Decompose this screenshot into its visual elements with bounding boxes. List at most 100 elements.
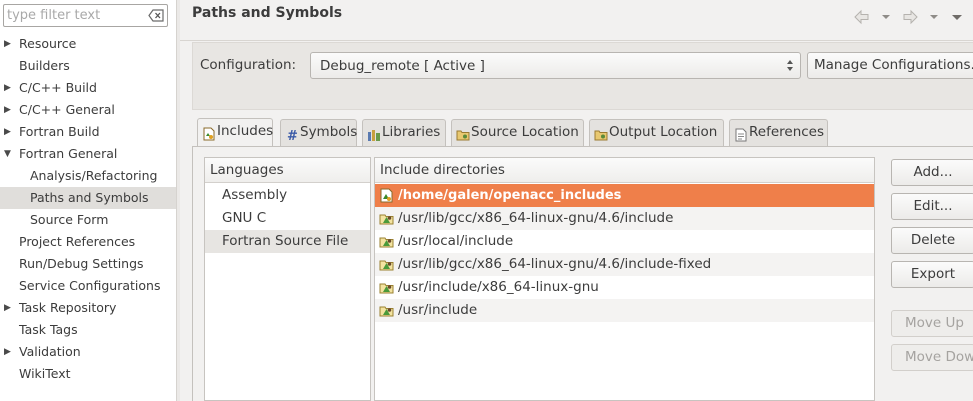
preferences-tree-panel: ▶ Resource Builders ▶ C/C++ Build ▶ C/C++ Gene…	[0, 0, 176, 401]
languages-header[interactable]: Languages	[205, 158, 370, 183]
tree-item-label: Task Tags	[19, 322, 78, 337]
language-item-assembly[interactable]: Assembly	[205, 184, 370, 207]
includes-icon	[202, 125, 216, 141]
collapsed-arrow-icon[interactable]: ▶	[4, 341, 13, 363]
tree-item-source-form[interactable]: Source Form	[0, 209, 176, 231]
tree-item-label: Validation	[19, 344, 81, 359]
include-directories-header[interactable]: Include directories	[375, 158, 874, 183]
tree-item-paths-and-symbols[interactable]: Paths and Symbols	[0, 187, 176, 209]
clear-filter-icon[interactable]	[148, 8, 164, 23]
configuration-label: Configuration:	[200, 57, 297, 73]
include-directory-row[interactable]: /usr/include	[375, 299, 874, 322]
include-directory-row[interactable]: /home/galen/openacc_includes	[375, 184, 874, 207]
back-arrow-icon[interactable]	[853, 8, 871, 26]
include-directory-row[interactable]: /usr/lib/gcc/x86_64-linux-gnu/4.6/includ…	[375, 253, 874, 276]
tree-item-service-configurations[interactable]: Service Configurations	[0, 275, 176, 297]
include-folder-icon	[379, 234, 394, 249]
include-directory-path: /usr/include	[398, 302, 478, 318]
properties-page: Paths and Symbols Configuration: Debug_r…	[180, 0, 973, 401]
tree-item-task-tags[interactable]: Task Tags	[0, 319, 176, 341]
collapsed-arrow-icon[interactable]: ▶	[4, 99, 13, 121]
move-up-button[interactable]: Move Up	[891, 310, 973, 337]
collapsed-arrow-icon[interactable]: ▶	[4, 77, 13, 99]
forward-arrow-icon[interactable]	[901, 8, 919, 26]
folder-icon	[594, 126, 608, 141]
tab-label: Source Location	[471, 124, 579, 140]
preferences-tree: ▶ Resource Builders ▶ C/C++ Build ▶ C/C++ Gene…	[0, 33, 176, 385]
include-directory-path: /usr/local/include	[398, 233, 514, 249]
tree-item-label: Fortran General	[19, 146, 118, 161]
expanded-arrow-icon[interactable]: ▼	[4, 143, 13, 165]
tab-label: Symbols	[300, 124, 358, 140]
tree-item-fortran-build[interactable]: ▶ Fortran Build	[0, 121, 176, 143]
tab-references[interactable]: References	[729, 119, 828, 146]
tree-item-c-c-build[interactable]: ▶ C/C++ Build	[0, 77, 176, 99]
tree-item-wikitext[interactable]: WikiText	[0, 363, 176, 385]
tree-item-label: Paths and Symbols	[30, 190, 149, 205]
include-folder-icon	[379, 303, 394, 318]
language-item-gnu-c[interactable]: GNU C	[205, 207, 370, 230]
page-title: Paths and Symbols	[192, 5, 343, 21]
tree-item-label: Fortran Build	[19, 124, 100, 139]
tree-item-label: Service Configurations	[19, 278, 161, 293]
view-menu-icon[interactable]	[951, 8, 963, 26]
tree-item-fortran-general[interactable]: ▼ Fortran General	[0, 143, 176, 165]
collapsed-arrow-icon[interactable]: ▶	[4, 121, 13, 143]
tab-source-location[interactable]: Source Location	[451, 119, 584, 146]
filter-input[interactable]	[7, 7, 143, 24]
edit-button[interactable]: Edit...	[891, 193, 973, 220]
tree-item-label: Project References	[19, 234, 136, 249]
tree-item-run-debug-settings[interactable]: Run/Debug Settings	[0, 253, 176, 275]
tree-item-label: WikiText	[19, 366, 71, 381]
delete-button[interactable]: Delete	[891, 227, 973, 254]
export-button[interactable]: Export	[891, 261, 973, 288]
include-directory-row[interactable]: /usr/local/include	[375, 230, 874, 253]
include-directory-path: /home/galen/openacc_includes	[398, 188, 622, 203]
include-directory-path: /usr/lib/gcc/x86_64-linux-gnu/4.6/includ…	[398, 256, 712, 272]
combo-updown-icon	[787, 60, 793, 71]
include-file-icon	[379, 188, 394, 203]
include-directory-path: /usr/include/x86_64-linux-gnu	[398, 279, 599, 295]
tree-item-validation[interactable]: ▶ Validation	[0, 341, 176, 363]
svg-text:#: #	[287, 129, 298, 142]
include-folder-icon	[379, 211, 394, 226]
include-directory-path: /usr/lib/gcc/x86_64-linux-gnu/4.6/includ…	[398, 210, 674, 226]
configuration-value: Debug_remote [ Active ]	[320, 58, 485, 74]
libraries-icon	[367, 126, 381, 141]
collapsed-arrow-icon[interactable]: ▶	[4, 297, 13, 319]
include-directory-row[interactable]: /usr/lib/gcc/x86_64-linux-gnu/4.6/includ…	[375, 207, 874, 230]
include-folder-icon	[379, 280, 394, 295]
tree-item-label: Resource	[19, 36, 77, 51]
language-item-fortran-source-file[interactable]: Fortran Source File	[205, 230, 370, 253]
tab-label: Includes	[217, 123, 274, 139]
move-down-button[interactable]: Move Down	[891, 344, 973, 371]
tree-item-task-repository[interactable]: ▶ Task Repository	[0, 297, 176, 319]
tree-item-project-references[interactable]: Project References	[0, 231, 176, 253]
tree-item-builders[interactable]: Builders	[0, 55, 176, 77]
include-directories-table[interactable]: Include directories /home/galen/openacc_…	[374, 157, 875, 401]
tab-symbols[interactable]: # Symbols	[280, 119, 357, 146]
tab-includes[interactable]: Includes	[197, 118, 273, 147]
add-button[interactable]: Add...	[891, 159, 973, 186]
languages-list[interactable]: Languages Assembly GNU C Fortran Source Fi…	[204, 157, 371, 401]
tree-item-analysis-refactoring[interactable]: Analysis/Refactoring	[0, 165, 176, 187]
history-navigation	[853, 8, 965, 26]
configuration-select[interactable]: Debug_remote [ Active ]	[310, 52, 801, 79]
configuration-group: Configuration: Debug_remote [ Active ] M…	[192, 42, 973, 110]
tab-label: Output Location	[609, 124, 718, 140]
tree-item-label: C/C++ General	[19, 102, 115, 117]
filter-field[interactable]	[3, 4, 168, 27]
forward-dropdown-icon[interactable]	[929, 8, 939, 26]
references-icon	[734, 126, 748, 142]
tab-libraries[interactable]: Libraries	[362, 119, 446, 146]
back-dropdown-icon[interactable]	[881, 8, 891, 26]
tree-item-c-c-general[interactable]: ▶ C/C++ General	[0, 99, 176, 121]
tree-item-resource[interactable]: ▶ Resource	[0, 33, 176, 55]
tab-output-location[interactable]: Output Location	[589, 119, 724, 146]
tree-item-label: Builders	[19, 58, 70, 73]
manage-configurations-button[interactable]: Manage Configurations...	[807, 52, 973, 79]
include-directory-row[interactable]: /usr/include/x86_64-linux-gnu	[375, 276, 874, 299]
hash-icon: #	[285, 126, 299, 144]
tab-label: Libraries	[382, 124, 441, 140]
collapsed-arrow-icon[interactable]: ▶	[4, 33, 13, 55]
